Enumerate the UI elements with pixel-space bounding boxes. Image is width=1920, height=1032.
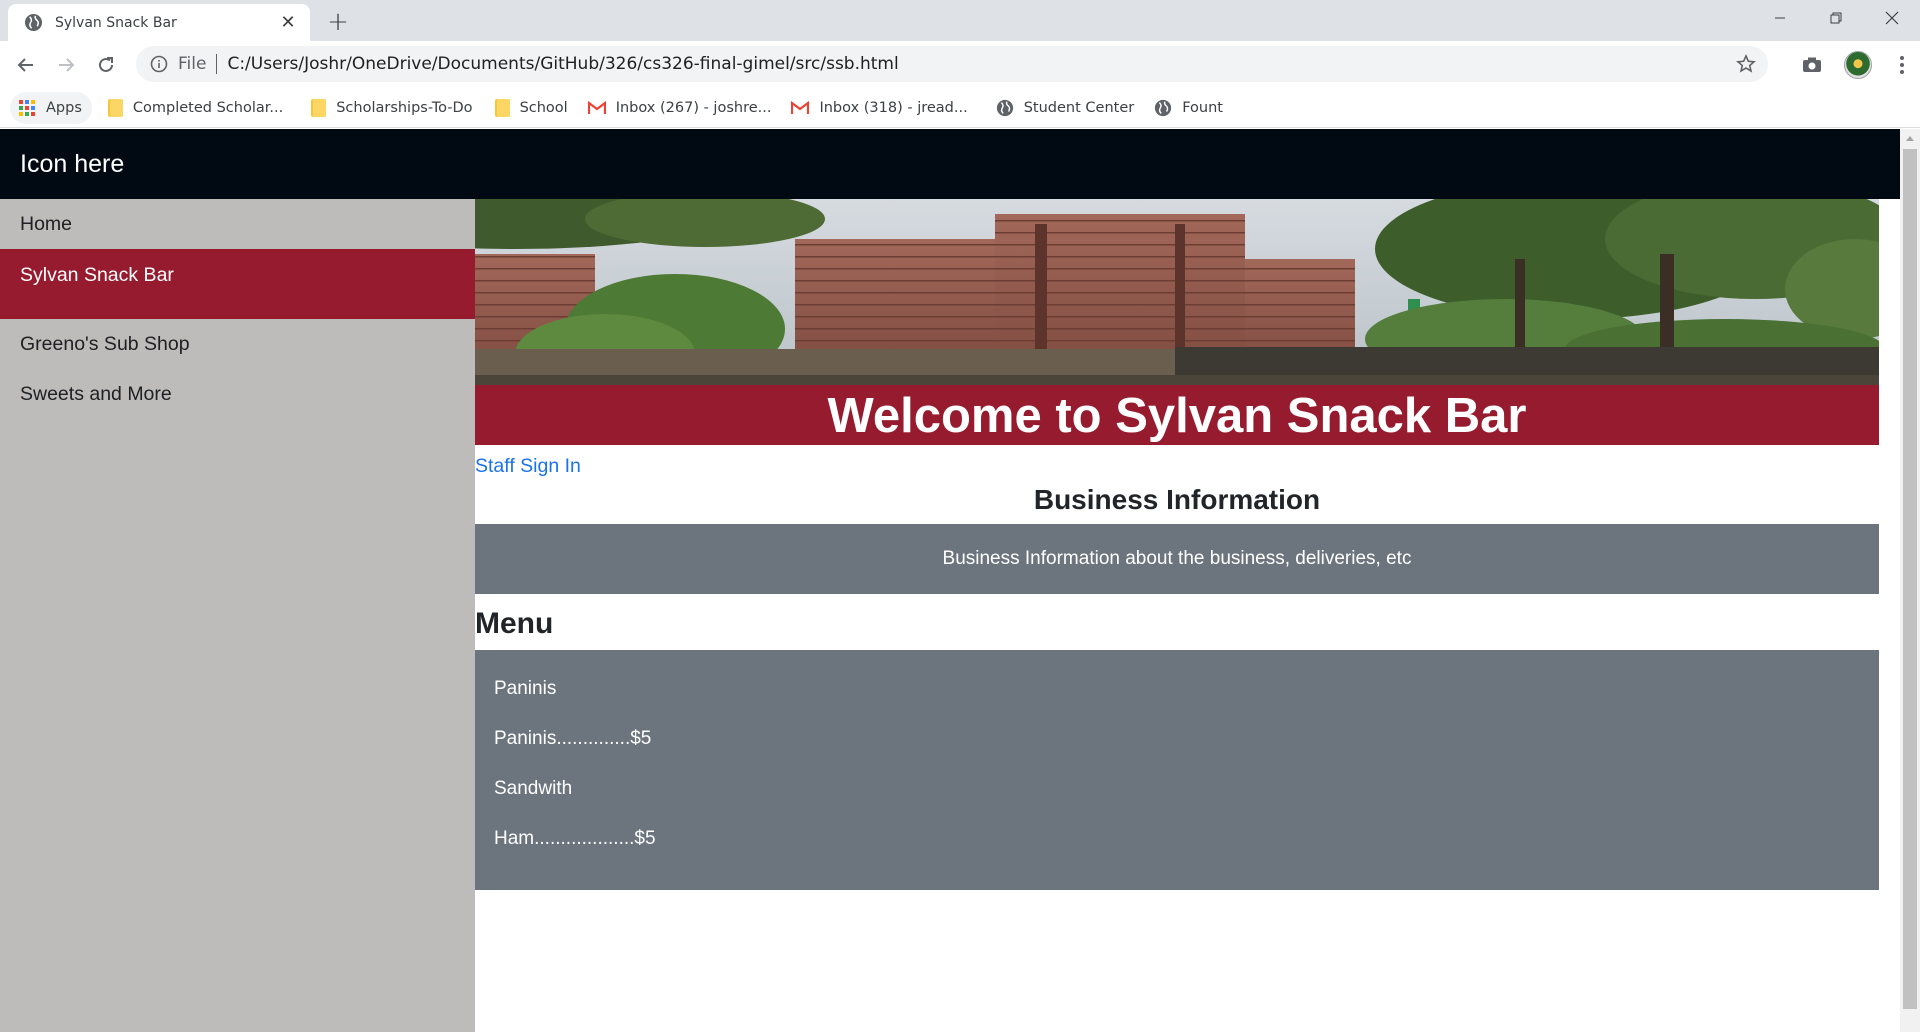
close-window-icon[interactable] (1864, 0, 1920, 36)
bookmark-label: Inbox (267) - joshre... (615, 99, 772, 116)
menu-item: Paninis (494, 678, 557, 699)
menu-panel: Paninis Paninis..............$5 Sandwith… (475, 650, 1879, 890)
folder-icon (311, 98, 327, 117)
bookmark-school[interactable]: School (485, 92, 578, 124)
main-content: Welcome to Sylvan Snack Bar Staff Sign I… (475, 199, 1879, 1032)
forward-arrow-icon[interactable] (48, 47, 84, 83)
bookmark-inbox-267[interactable]: Inbox (267) - joshre... (578, 92, 782, 124)
bookmark-apps[interactable]: Apps (10, 91, 92, 124)
welcome-banner: Welcome to Sylvan Snack Bar (475, 385, 1879, 445)
page-scrollbar[interactable] (1900, 129, 1920, 1032)
page-viewport: Icon here Home Sylvan Snack Bar Greeno's… (0, 129, 1920, 1032)
bookmark-fount[interactable]: Fount (1144, 92, 1233, 124)
browser-tab[interactable]: Sylvan Snack Bar ✕ (8, 4, 310, 41)
globe-icon (24, 13, 43, 32)
bookmarks-bar: Apps Completed Scholar... Scholarships-T… (0, 88, 1920, 128)
back-arrow-icon[interactable] (8, 47, 44, 83)
profile-avatar[interactable] (1832, 47, 1884, 83)
scrollbar-thumb[interactable] (1903, 149, 1917, 1009)
brand-placeholder[interactable]: Icon here (20, 150, 124, 179)
bookmark-label: Scholarships-To-Do (336, 99, 473, 116)
address-bar[interactable]: File C:/Users/Joshr/OneDrive/Documents/G… (136, 46, 1768, 82)
site-navbar: Icon here (0, 129, 1900, 199)
hero-image (475, 199, 1879, 385)
bookmark-scholarships-to-do[interactable]: Scholarships-To-Do (301, 92, 482, 124)
sidebar-item-sylvan-snack-bar[interactable]: Sylvan Snack Bar (0, 249, 475, 319)
reload-icon[interactable] (88, 47, 124, 83)
campus-photo (475, 199, 1879, 385)
apps-grid-icon (19, 99, 35, 116)
globe-icon (996, 99, 1013, 116)
sidebar: Home Sylvan Snack Bar Greeno's Sub Shop … (0, 199, 475, 1032)
tab-title: Sylvan Snack Bar (55, 14, 177, 31)
bookmark-star-icon[interactable] (1736, 54, 1756, 74)
bookmark-completed-scholar[interactable]: Completed Scholar... (98, 92, 293, 124)
globe-icon (1155, 99, 1172, 116)
browser-titlebar: Sylvan Snack Bar ✕ + (0, 0, 1920, 41)
gmail-icon (791, 100, 810, 114)
sidebar-item-greenos-sub-shop[interactable]: Greeno's Sub Shop (0, 319, 475, 369)
sidebar-item-sweets-and-more[interactable]: Sweets and More (0, 369, 475, 419)
business-info-panel: Business Information about the business,… (475, 524, 1879, 594)
staff-sign-in-link[interactable]: Staff Sign In (475, 455, 581, 478)
bookmark-student-center[interactable]: Student Center (986, 92, 1145, 124)
bookmark-label: Completed Scholar... (132, 99, 284, 116)
bookmark-label: Inbox (318) - jread... (819, 99, 968, 116)
browser-toolbar: File C:/Users/Joshr/OneDrive/Documents/G… (0, 41, 1920, 88)
minimize-icon[interactable] (1752, 0, 1808, 36)
menu-item: Paninis..............$5 (494, 728, 652, 749)
new-tab-icon[interactable]: + (324, 7, 352, 37)
address-separator (216, 54, 218, 74)
menu-kebab-icon[interactable] (1884, 47, 1920, 83)
business-info-heading: Business Information (1033, 484, 1321, 515)
camera-icon[interactable] (1792, 47, 1832, 83)
folder-icon (494, 98, 510, 117)
menu-item: Ham...................$5 (494, 828, 656, 849)
folder-icon (107, 98, 123, 117)
tab-close-icon[interactable]: ✕ (278, 12, 298, 33)
bookmark-label: School (519, 99, 568, 116)
menu-item: Sandwith (494, 778, 573, 799)
scroll-up-arrow-icon[interactable] (1900, 129, 1920, 147)
bookmark-label: Apps (46, 99, 82, 116)
sidebar-item-home[interactable]: Home (0, 199, 475, 249)
info-icon[interactable] (150, 55, 168, 73)
menu-heading: Menu (475, 607, 554, 640)
toolbar-right (1792, 41, 1920, 88)
window-controls (1752, 0, 1920, 41)
restore-icon[interactable] (1808, 0, 1864, 36)
avatar (1844, 50, 1872, 79)
bookmark-inbox-318[interactable]: Inbox (318) - jread... (781, 92, 977, 124)
address-url[interactable]: C:/Users/Joshr/OneDrive/Documents/GitHub… (227, 54, 898, 74)
gmail-icon (587, 100, 606, 114)
address-scheme: File (178, 54, 207, 74)
bookmark-label: Fount (1182, 99, 1223, 116)
bookmark-label: Student Center (1023, 99, 1135, 116)
